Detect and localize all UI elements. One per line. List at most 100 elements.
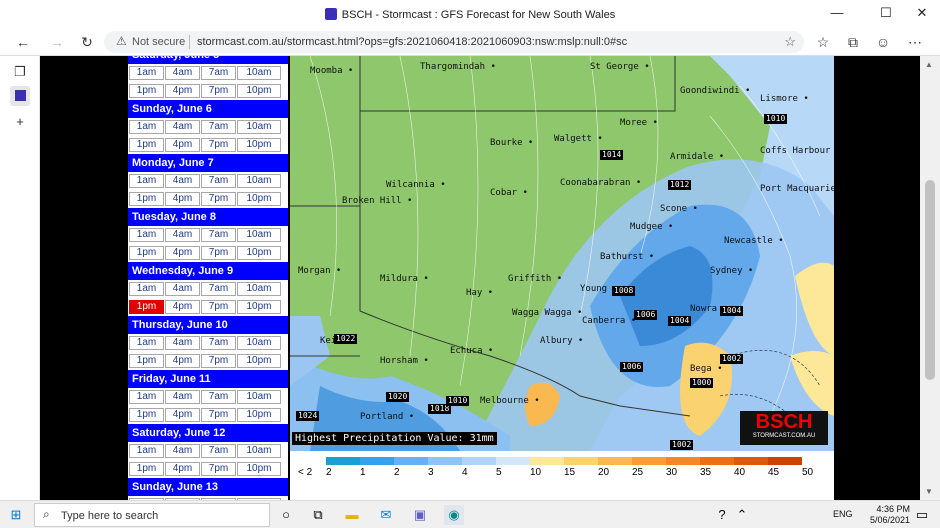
notifications-icon[interactable]: ▭ (912, 505, 932, 525)
refresh-icon[interactable]: ↻ (76, 32, 98, 52)
time-button[interactable]: 4pm (165, 246, 200, 260)
help-icon[interactable]: ? (712, 505, 732, 525)
time-button[interactable]: 4pm (165, 84, 200, 98)
file-explorer-icon[interactable]: ▬ (342, 505, 362, 525)
time-button[interactable]: 10am (237, 444, 281, 458)
time-button[interactable]: 1pm (129, 300, 164, 314)
time-button[interactable]: 7am (201, 390, 236, 404)
minimize-button[interactable]: — (825, 3, 849, 23)
time-button[interactable]: 1pm (129, 246, 164, 260)
time-button[interactable]: 7pm (201, 246, 236, 260)
time-button[interactable]: 7pm (201, 138, 236, 152)
time-button[interactable]: 4pm (165, 408, 200, 422)
more-menu-icon[interactable]: ⋯ (904, 32, 926, 52)
time-button[interactable]: 4pm (165, 462, 200, 476)
time-button[interactable]: 1am (129, 282, 164, 296)
start-windows-icon[interactable]: ⊞ (6, 505, 26, 525)
time-button[interactable]: 1pm (129, 354, 164, 368)
time-button[interactable]: 10am (237, 336, 281, 350)
time-button[interactable]: 10am (237, 228, 281, 242)
cortana-icon[interactable]: ○ (276, 505, 296, 525)
time-button[interactable]: 4am (165, 444, 200, 458)
time-button[interactable]: 4am (165, 336, 200, 350)
address-field[interactable]: ⚠ Not secure stormcast.com.au/stormcast.… (104, 31, 804, 53)
close-button[interactable]: ✕ (910, 3, 934, 23)
time-button[interactable]: 4pm (165, 300, 200, 314)
time-button[interactable]: 1am (129, 120, 164, 134)
edge-browser-icon[interactable]: ◉ (444, 505, 464, 525)
taskbar-search-box[interactable]: ⌕ Type here to search (34, 503, 270, 527)
time-button[interactable]: 7am (201, 336, 236, 350)
time-button[interactable]: 7pm (201, 192, 236, 206)
time-button[interactable]: 7pm (201, 354, 236, 368)
time-button[interactable]: 10pm (237, 192, 281, 206)
time-button[interactable]: 7am (201, 66, 236, 80)
time-button[interactable]: 10pm (237, 462, 281, 476)
time-button[interactable]: 4am (165, 174, 200, 188)
time-button[interactable]: 1am (129, 174, 164, 188)
time-button[interactable]: 1am (129, 444, 164, 458)
time-button[interactable]: 4pm (165, 192, 200, 206)
time-button[interactable]: 4pm (165, 354, 200, 368)
time-button[interactable]: 10am (237, 390, 281, 404)
time-button[interactable]: 1pm (129, 462, 164, 476)
time-button[interactable]: 7am (201, 228, 236, 242)
collections-icon[interactable]: ⧉ (842, 32, 864, 52)
warning-icon[interactable]: ⚠ (116, 34, 127, 48)
task-view-icon[interactable]: ⧉ (308, 505, 328, 525)
scrollbar-thumb[interactable] (925, 180, 935, 380)
url-text[interactable]: stormcast.com.au/stormcast.html?ops=gfs:… (197, 36, 627, 48)
tray-icons[interactable]: ⌃ (732, 505, 752, 525)
time-button[interactable]: 4am (165, 390, 200, 404)
tab-actions-icon[interactable]: ❐ (10, 62, 30, 82)
time-button[interactable]: 1am (129, 336, 164, 350)
scroll-up-icon[interactable]: ▲ (925, 60, 933, 69)
time-button[interactable]: 7pm (201, 84, 236, 98)
time-button[interactable]: 4am (165, 66, 200, 80)
time-button[interactable]: 7am (201, 444, 236, 458)
time-button[interactable]: 1am (129, 228, 164, 242)
time-button[interactable]: 7am (201, 120, 236, 134)
time-button[interactable]: 4am (165, 228, 200, 242)
city-label: Bourke (490, 138, 533, 148)
time-button[interactable]: 4am (165, 282, 200, 296)
page-scrollbar[interactable]: ▲ ▼ (920, 56, 940, 500)
time-button[interactable]: 10pm (237, 300, 281, 314)
time-button[interactable]: 10pm (237, 84, 281, 98)
language-indicator[interactable]: ENG (833, 509, 853, 519)
time-button[interactable]: 7pm (201, 462, 236, 476)
time-button[interactable]: 10am (237, 66, 281, 80)
time-button[interactable]: 1pm (129, 84, 164, 98)
active-tab-icon[interactable] (10, 86, 30, 106)
time-button[interactable]: 7pm (201, 408, 236, 422)
time-button[interactable]: 10am (237, 282, 281, 296)
mail-icon[interactable]: ✉ (376, 505, 396, 525)
favorites-icon[interactable]: ☆ (812, 32, 834, 52)
back-icon[interactable]: ← (12, 32, 34, 52)
time-button[interactable]: 1pm (129, 138, 164, 152)
time-button[interactable]: 7pm (201, 300, 236, 314)
security-status[interactable]: Not secure (132, 36, 185, 48)
time-button[interactable]: 7am (201, 282, 236, 296)
profile-avatar-icon[interactable]: ☺ (872, 32, 894, 52)
scroll-down-icon[interactable]: ▼ (925, 487, 933, 496)
maximize-button[interactable]: ☐ (874, 3, 898, 23)
time-button[interactable]: 7am (201, 174, 236, 188)
teams-icon[interactable]: ▣ (410, 505, 430, 525)
clock[interactable]: 4:36 PM 5/06/2021 (870, 504, 910, 526)
new-tab-icon[interactable]: + (10, 112, 30, 132)
time-button[interactable]: 10am (237, 120, 281, 134)
time-button[interactable]: 10pm (237, 354, 281, 368)
time-button[interactable]: 10pm (237, 246, 281, 260)
time-button[interactable]: 10pm (237, 138, 281, 152)
time-button[interactable]: 1pm (129, 192, 164, 206)
time-button[interactable]: 1pm (129, 408, 164, 422)
favorite-star-icon[interactable]: ☆ (784, 34, 796, 50)
time-button[interactable]: 10am (237, 174, 281, 188)
time-button[interactable]: 4pm (165, 138, 200, 152)
forward-icon[interactable]: → (46, 32, 68, 52)
time-button[interactable]: 10pm (237, 408, 281, 422)
time-button[interactable]: 1am (129, 66, 164, 80)
time-button[interactable]: 4am (165, 120, 200, 134)
time-button[interactable]: 1am (129, 390, 164, 404)
